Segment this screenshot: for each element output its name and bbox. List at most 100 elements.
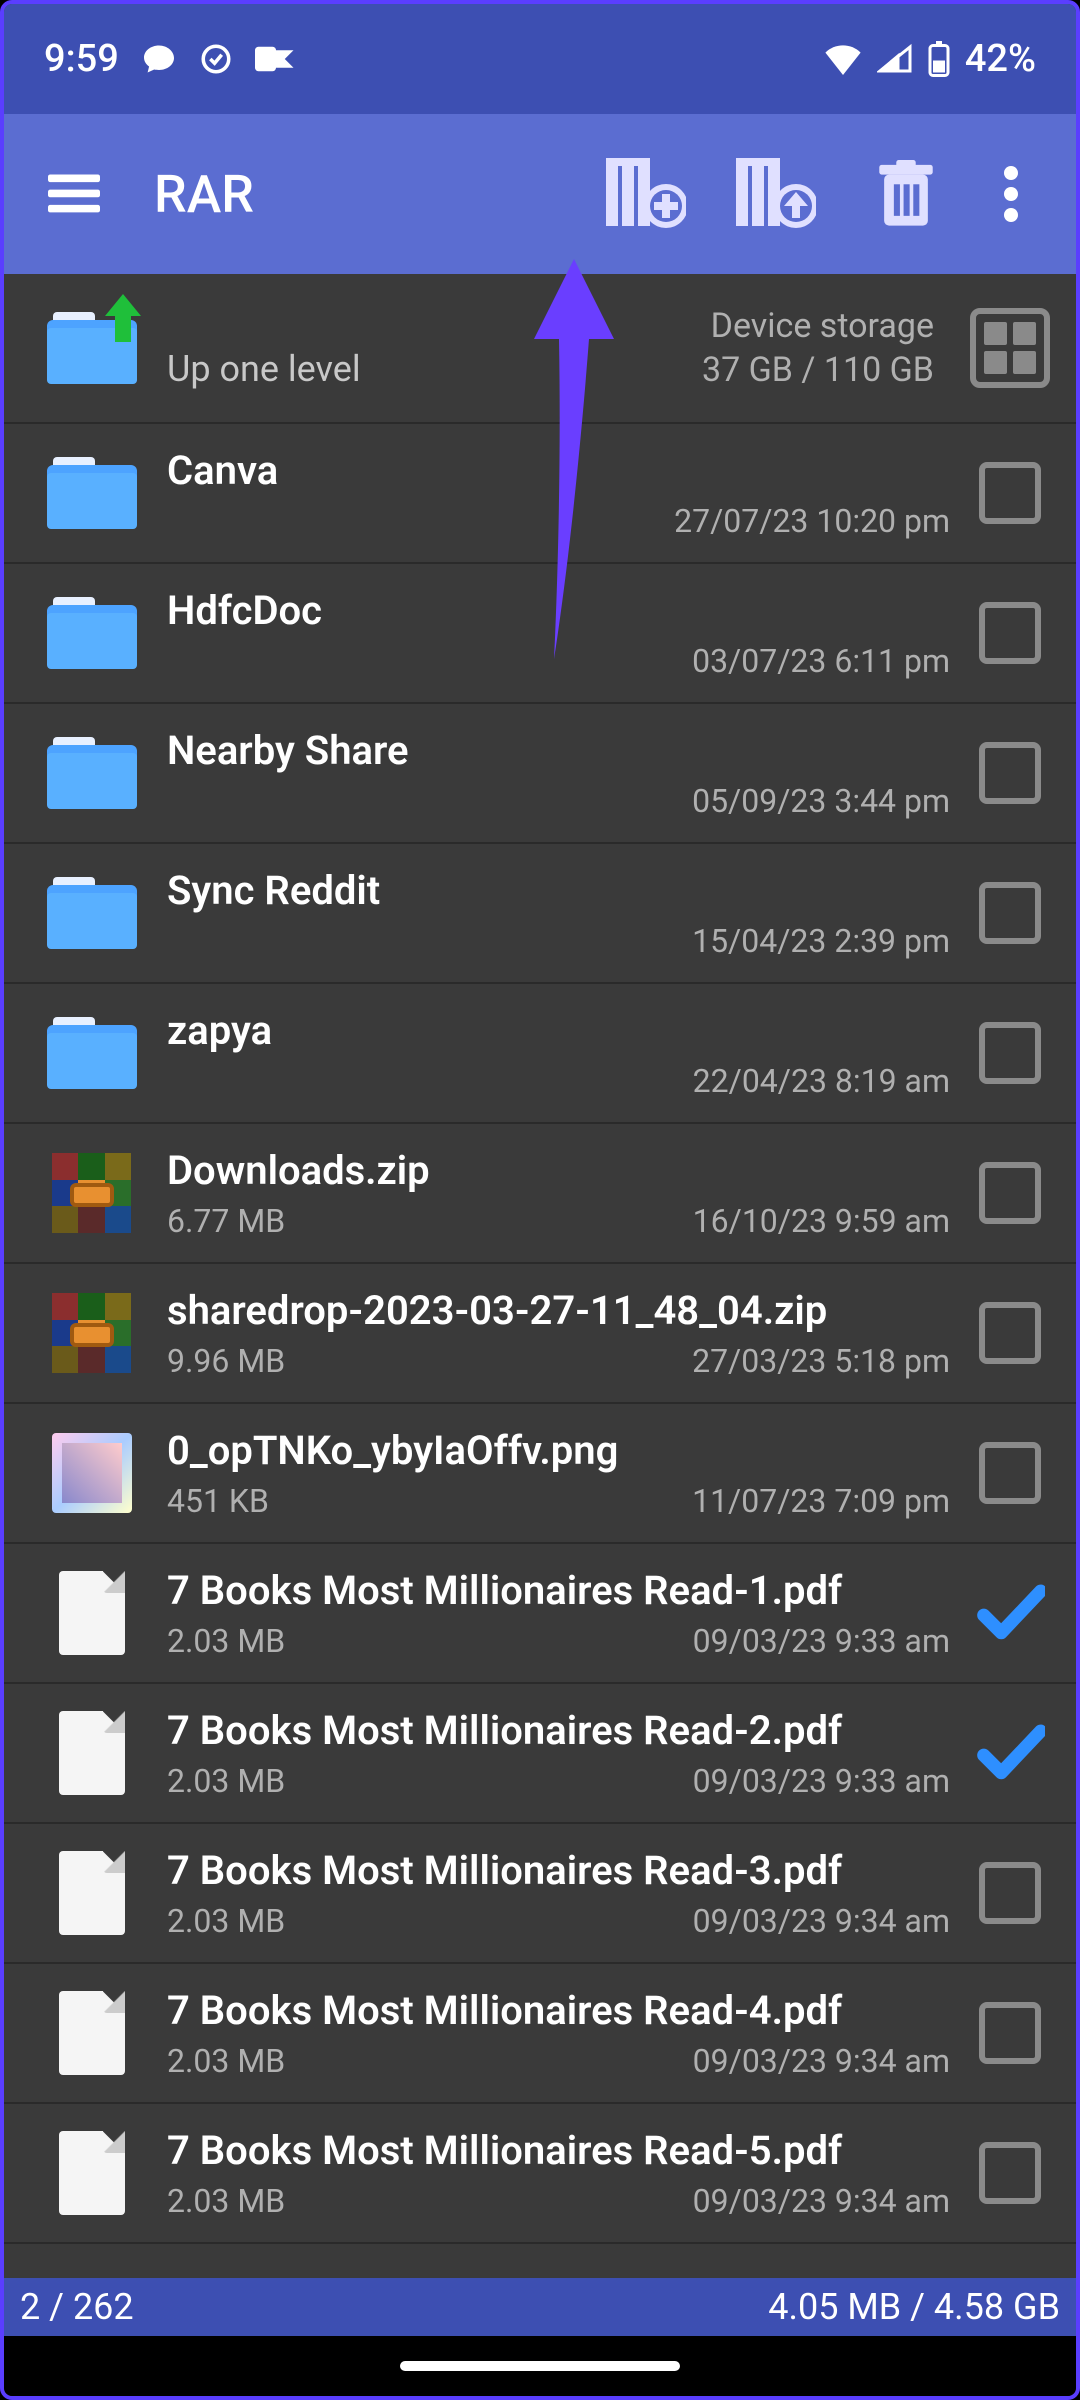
file-size: 6.77 MB bbox=[167, 1202, 285, 1240]
file-size: 2.03 MB bbox=[167, 2182, 285, 2220]
checkbox[interactable] bbox=[970, 873, 1050, 953]
sync-icon bbox=[199, 42, 233, 76]
checkbox[interactable] bbox=[970, 733, 1050, 813]
checkbox[interactable] bbox=[970, 1153, 1050, 1233]
file-list[interactable]: Up one level Device storage 37 GB / 110 … bbox=[4, 274, 1076, 2278]
delete-button[interactable] bbox=[846, 144, 966, 244]
file-date: 11/07/23 7:09 pm bbox=[692, 1482, 950, 1520]
archive-icon bbox=[44, 1293, 139, 1373]
up-label: Up one level bbox=[167, 348, 361, 390]
outlook-icon bbox=[255, 42, 297, 76]
file-name: 0_opTNKo_ybyIaOffv.png bbox=[167, 1427, 950, 1474]
file-date: 27/03/23 5:18 pm bbox=[692, 1342, 950, 1380]
file-name: 7 Books Most Millionaires Read-2.pdf bbox=[167, 1707, 950, 1754]
folder-icon bbox=[44, 733, 139, 813]
checkbox[interactable] bbox=[970, 1293, 1050, 1373]
storage-value: 37 GB / 110 GB bbox=[702, 350, 934, 390]
list-item[interactable]: 7 Books Most Millionaires Read-2.pdf 2.03… bbox=[4, 1684, 1076, 1824]
file-name: zapya bbox=[167, 1007, 950, 1054]
file-date: 09/03/23 9:34 am bbox=[693, 2182, 950, 2220]
file-date: 16/10/23 9:59 am bbox=[693, 1202, 950, 1240]
file-size: 2.03 MB bbox=[167, 1902, 285, 1940]
list-item[interactable]: 7 Books Most Millionaires Read-1.pdf 2.03… bbox=[4, 1544, 1076, 1684]
grid-view-toggle[interactable] bbox=[970, 308, 1050, 388]
file-name: 7 Books Most Millionaires Read-4.pdf bbox=[167, 1987, 950, 2034]
file-name: sharedrop-2023-03-27-11_48_04.zip bbox=[167, 1287, 950, 1334]
list-item[interactable]: Sync Reddit 15/04/23 2:39 pm bbox=[4, 844, 1076, 984]
add-archive-button[interactable] bbox=[586, 144, 706, 244]
file-date: 22/04/23 8:19 am bbox=[693, 1062, 950, 1100]
signal-icon bbox=[877, 43, 913, 75]
up-folder-icon bbox=[44, 308, 139, 388]
file-date: 15/04/23 2:39 pm bbox=[692, 922, 950, 960]
folder-icon bbox=[44, 1013, 139, 1093]
list-item[interactable]: 0_opTNKo_ybyIaOffv.png 451 KB 11/07/23 7:0… bbox=[4, 1404, 1076, 1544]
file-size: 2.03 MB bbox=[167, 1622, 285, 1660]
file-size: 2.03 MB bbox=[167, 2042, 285, 2080]
selection-count: 2 / 262 bbox=[20, 2286, 134, 2328]
app-title: RAR bbox=[154, 164, 576, 225]
doc-icon bbox=[44, 1853, 139, 1933]
menu-button[interactable] bbox=[34, 154, 114, 234]
app-toolbar: RAR bbox=[4, 114, 1076, 274]
doc-icon bbox=[44, 2133, 139, 2213]
home-indicator[interactable] bbox=[400, 2361, 680, 2371]
file-date: 09/03/23 9:33 am bbox=[693, 1762, 950, 1800]
checkbox[interactable] bbox=[970, 1013, 1050, 1093]
folder-icon bbox=[44, 873, 139, 953]
file-date: 09/03/23 9:34 am bbox=[693, 1902, 950, 1940]
file-size: 9.96 MB bbox=[167, 1342, 285, 1380]
file-name: 7 Books Most Millionaires Read-3.pdf bbox=[167, 1847, 950, 1894]
list-item[interactable]: 7 Books Most Millionaires Read-3.pdf 2.03… bbox=[4, 1824, 1076, 1964]
doc-icon bbox=[44, 1713, 139, 1793]
folder-icon bbox=[44, 453, 139, 533]
checkbox[interactable] bbox=[970, 1433, 1050, 1513]
file-name: Sync Reddit bbox=[167, 867, 950, 914]
checkbox[interactable] bbox=[970, 1853, 1050, 1933]
checkbox[interactable] bbox=[970, 593, 1050, 673]
chat-icon bbox=[141, 41, 177, 77]
extract-archive-button[interactable] bbox=[716, 144, 836, 244]
checkbox[interactable] bbox=[970, 453, 1050, 533]
status-bar: 9:59 42% bbox=[4, 4, 1076, 114]
doc-icon bbox=[44, 1573, 139, 1653]
battery-percent: 42% bbox=[965, 37, 1036, 81]
file-date: 03/07/23 6:11 pm bbox=[692, 642, 950, 680]
status-time: 9:59 bbox=[44, 37, 119, 81]
checkbox[interactable] bbox=[970, 1993, 1050, 2073]
overflow-menu-button[interactable] bbox=[976, 144, 1046, 244]
file-name: 7 Books Most Millionaires Read-5.pdf bbox=[167, 2127, 950, 2174]
file-date: 05/09/23 3:44 pm bbox=[692, 782, 950, 820]
selection-size: 4.05 MB / 4.58 GB bbox=[768, 2286, 1060, 2328]
storage-label: Device storage bbox=[711, 306, 934, 346]
file-name: HdfcDoc bbox=[167, 587, 950, 634]
list-item[interactable]: Canva 27/07/23 10:20 pm bbox=[4, 424, 1076, 564]
list-item[interactable]: 7 Books Most Millionaires Read-4.pdf 2.03… bbox=[4, 1964, 1076, 2104]
list-item[interactable]: Nearby Share 05/09/23 3:44 pm bbox=[4, 704, 1076, 844]
checkbox[interactable] bbox=[970, 2133, 1050, 2213]
file-size: 2.03 MB bbox=[167, 1762, 285, 1800]
list-item[interactable]: zapya 22/04/23 8:19 am bbox=[4, 984, 1076, 1124]
battery-icon bbox=[927, 41, 951, 77]
list-item[interactable]: HdfcDoc 03/07/23 6:11 pm bbox=[4, 564, 1076, 704]
image-icon bbox=[44, 1433, 139, 1513]
doc-icon bbox=[44, 1993, 139, 2073]
file-date: 27/07/23 10:20 pm bbox=[674, 502, 950, 540]
list-item[interactable]: 7 Books Most Millionaires Read-5.pdf 2.03… bbox=[4, 2104, 1076, 2244]
selection-footer: 2 / 262 4.05 MB / 4.58 GB bbox=[4, 2278, 1076, 2336]
file-name: Canva bbox=[167, 447, 950, 494]
checkbox[interactable] bbox=[970, 1573, 1050, 1653]
file-date: 09/03/23 9:34 am bbox=[693, 2042, 950, 2080]
wifi-icon bbox=[823, 43, 863, 75]
list-item[interactable]: Downloads.zip 6.77 MB 16/10/23 9:59 am bbox=[4, 1124, 1076, 1264]
list-item[interactable]: sharedrop-2023-03-27-11_48_04.zip 9.96 MB… bbox=[4, 1264, 1076, 1404]
folder-icon bbox=[44, 593, 139, 673]
file-name: 7 Books Most Millionaires Read-1.pdf bbox=[167, 1567, 950, 1614]
checkbox[interactable] bbox=[970, 1713, 1050, 1793]
up-one-level-row[interactable]: Up one level Device storage 37 GB / 110 … bbox=[4, 274, 1076, 424]
file-size: 451 KB bbox=[167, 1482, 269, 1520]
file-name: Downloads.zip bbox=[167, 1147, 950, 1194]
file-name: Nearby Share bbox=[167, 727, 950, 774]
file-date: 09/03/23 9:33 am bbox=[693, 1622, 950, 1660]
navigation-bar bbox=[4, 2336, 1076, 2396]
